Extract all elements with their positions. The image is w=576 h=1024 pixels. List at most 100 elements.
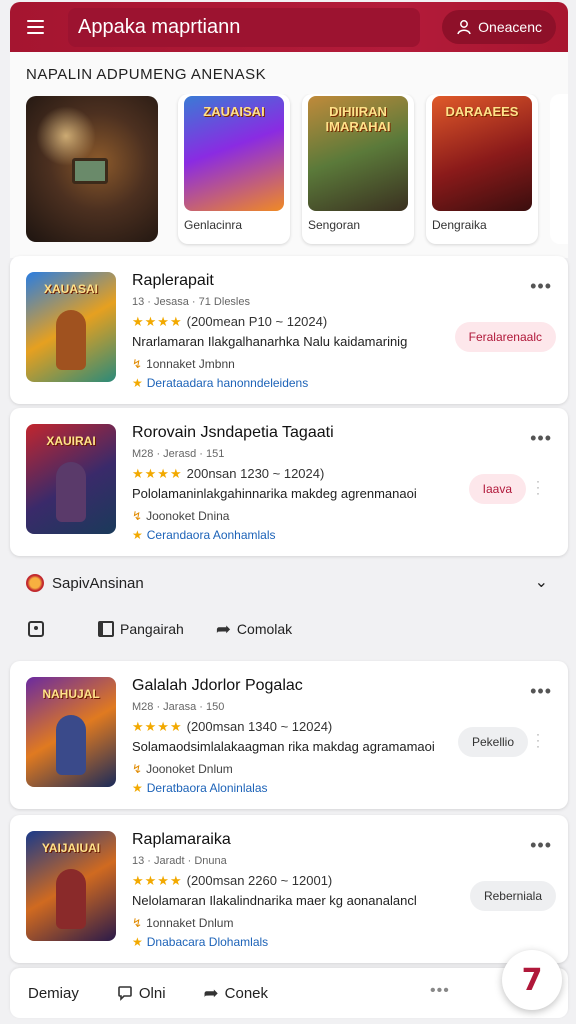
developer-icon: ↯ bbox=[132, 509, 143, 523]
header-action-button[interactable]: Oneacenc bbox=[442, 10, 556, 44]
item-title: Raplerapait bbox=[132, 272, 214, 289]
tv-prop bbox=[72, 158, 108, 184]
pangairah-action[interactable]: Pangairah bbox=[98, 621, 184, 637]
featured-card[interactable]: DIHIIRAN IMARAHAI Sengoran bbox=[302, 94, 414, 244]
more-icon[interactable]: ••• bbox=[530, 428, 552, 449]
badge-icon bbox=[26, 574, 44, 592]
share-icon: ➦ bbox=[203, 982, 219, 1003]
card-art: DIHIIRAN IMARAHAI bbox=[308, 96, 408, 211]
star-icon: ★ bbox=[132, 935, 143, 949]
item-action-button[interactable]: Pekellio bbox=[457, 727, 528, 757]
thumb-title: NAHUJAL bbox=[42, 687, 100, 701]
accordion-label: SapivAnsinan bbox=[52, 574, 144, 592]
chat-icon bbox=[118, 986, 132, 1001]
thumb-figure bbox=[56, 869, 86, 929]
section-accordion[interactable]: SapivAnsinan ⌄ bbox=[10, 562, 568, 604]
thumb-title: YAIJAIUAI bbox=[41, 841, 101, 855]
star-rating-icon: ★★★★ bbox=[132, 466, 183, 481]
item-category[interactable]: ★ Cerandaora Aonhamlals bbox=[132, 528, 276, 542]
item-rating: ★★★★ (200msan 1340 ~ 12024) bbox=[132, 719, 332, 735]
card-label: Dengraika bbox=[432, 218, 487, 232]
list-item[interactable]: XAUIRAI Rorovain Jsndapetia Tagaati M28 … bbox=[10, 408, 568, 556]
card-art-title: ZAUAISAI bbox=[203, 104, 265, 119]
share-icon: ➦ bbox=[215, 618, 231, 639]
item-description: Nrarlamaran Ilakgalhanarhka Nalu kaidama… bbox=[132, 334, 408, 349]
item-description: Pololamaninlakgahinnarika makdeg agrenma… bbox=[132, 486, 417, 501]
kebab-icon[interactable]: · · · bbox=[536, 728, 540, 752]
bottom-item-conek[interactable]: ➦ Conek bbox=[204, 983, 268, 1004]
item-developer: ↯ 1onnaket Jmbnn bbox=[132, 357, 235, 371]
featured-section: NAPALIN ADPUMENG ANENASK ZAUAISAI Genlac… bbox=[10, 52, 568, 258]
category-text: Derataadara hanonndeleidens bbox=[146, 376, 309, 390]
thumb-title: XAUIRAI bbox=[46, 434, 96, 448]
hamburger-menu-icon[interactable] bbox=[10, 2, 60, 52]
developer-icon: ↯ bbox=[132, 357, 143, 371]
developer-text: Joonoket Dnina bbox=[146, 509, 230, 523]
item-developer: ↯ 1onnaket Dnlum bbox=[132, 916, 233, 930]
rating-text: (200mean P10 ~ 12024) bbox=[186, 314, 328, 329]
featured-carousel[interactable]: ZAUAISAI Genlacinra DIHIIRAN IMARAHAI Se… bbox=[26, 94, 568, 249]
item-category[interactable]: ★ Dnabacara Dlohamlals bbox=[132, 935, 268, 949]
list-item[interactable]: XAUASAI Raplerapait 13 · Jesasa · 71 Dle… bbox=[10, 256, 568, 404]
featured-card[interactable]: ZAUAISAI Genlacinra bbox=[178, 94, 290, 244]
thumb-figure bbox=[56, 310, 86, 370]
game-thumbnail: YAIJAIUAI bbox=[26, 831, 116, 941]
more-icon[interactable]: ••• bbox=[530, 276, 552, 297]
bottom-item-label: Conek bbox=[224, 984, 268, 1002]
item-rating: ★★★★ (200msan 2260 ~ 12001) bbox=[132, 873, 332, 889]
bottom-item-olni[interactable]: Olni bbox=[117, 985, 166, 1002]
header-action-label: Oneacenc bbox=[478, 19, 542, 35]
featured-card[interactable]: DARAAEES Dengraika bbox=[426, 94, 538, 244]
item-developer: ↯ Joonoket Dnlum bbox=[132, 762, 233, 776]
developer-text: 1onnaket Jmbnn bbox=[146, 357, 235, 371]
card-label: Genlacinra bbox=[184, 218, 243, 232]
kebab-icon[interactable]: · · · bbox=[536, 475, 540, 499]
home-icon bbox=[28, 621, 44, 637]
item-subtitle: 13 · Jesasa · 71 Dlesles bbox=[132, 296, 250, 308]
item-action-button[interactable]: Iaava bbox=[468, 474, 526, 504]
list-item[interactable]: YAIJAIUAI Raplamaraika 13 · Jaradt · Dnu… bbox=[10, 815, 568, 963]
item-action-button[interactable]: Reberniala bbox=[469, 881, 556, 911]
rating-text: (200msan 1340 ~ 12024) bbox=[186, 719, 333, 734]
star-icon: ★ bbox=[132, 376, 143, 390]
item-subtitle: M28 · Jerasd · 151 bbox=[132, 448, 225, 460]
item-subtitle: 13 · Jaradt · Dnuna bbox=[132, 855, 227, 867]
app-title: Appaka maprtiann bbox=[68, 7, 420, 47]
card-art-title: DARAAEES bbox=[445, 104, 519, 119]
card-art-title: DIHIIRAN IMARAHAI bbox=[325, 104, 391, 134]
item-action-button[interactable]: Feralarenaalc bbox=[454, 322, 556, 352]
featured-card-peek[interactable] bbox=[550, 94, 568, 244]
item-rating: ★★★★ 200nsan 1230 ~ 12024) bbox=[132, 466, 324, 482]
home-action[interactable] bbox=[10, 621, 44, 637]
developer-text: Joonoket Dnlum bbox=[146, 762, 233, 776]
item-category[interactable]: ★ Deratbaora Aloninlalas bbox=[132, 781, 268, 795]
chevron-down-icon[interactable]: ⌄ bbox=[535, 572, 548, 592]
brand-fab-icon: 7 bbox=[521, 962, 543, 998]
card-label: Sengoran bbox=[308, 218, 361, 232]
hero-tile[interactable] bbox=[26, 96, 158, 242]
star-rating-icon: ★★★★ bbox=[132, 314, 183, 329]
bottom-item-demiay[interactable]: Demiay bbox=[28, 985, 79, 1002]
game-thumbnail: NAHUJAL bbox=[26, 677, 116, 787]
game-thumbnail: XAUASAI bbox=[26, 272, 116, 382]
comolak-action[interactable]: ➦ Comolak bbox=[216, 619, 292, 640]
brand-fab-button[interactable]: 7 bbox=[502, 950, 562, 1010]
thumb-figure bbox=[56, 462, 86, 522]
category-text: Dnabacara Dlohamlals bbox=[146, 935, 269, 949]
card-art: ZAUAISAI bbox=[184, 96, 284, 211]
category-text: Deratbaora Aloninlalas bbox=[146, 781, 268, 795]
more-icon[interactable]: ••• bbox=[530, 681, 552, 702]
more-icon[interactable]: ••• bbox=[530, 835, 552, 856]
developer-icon: ↯ bbox=[132, 762, 143, 776]
action-label: Comolak bbox=[236, 621, 293, 637]
thumb-title: XAUASAI bbox=[43, 282, 98, 296]
app-header: Appaka maprtiann Oneacenc bbox=[10, 2, 568, 52]
stage-light bbox=[36, 106, 96, 166]
list-item[interactable]: NAHUJAL Galalah Jdorlor Pogalac M28 · Ja… bbox=[10, 661, 568, 809]
category-text: Cerandaora Aonhamlals bbox=[146, 528, 276, 542]
more-dots-icon[interactable]: ••• bbox=[430, 982, 450, 1000]
user-icon bbox=[457, 20, 471, 35]
item-title: Raplamaraika bbox=[132, 831, 231, 848]
action-label: Pangairah bbox=[120, 621, 184, 637]
item-category[interactable]: ★ Derataadara hanonndeleidens bbox=[132, 376, 308, 390]
